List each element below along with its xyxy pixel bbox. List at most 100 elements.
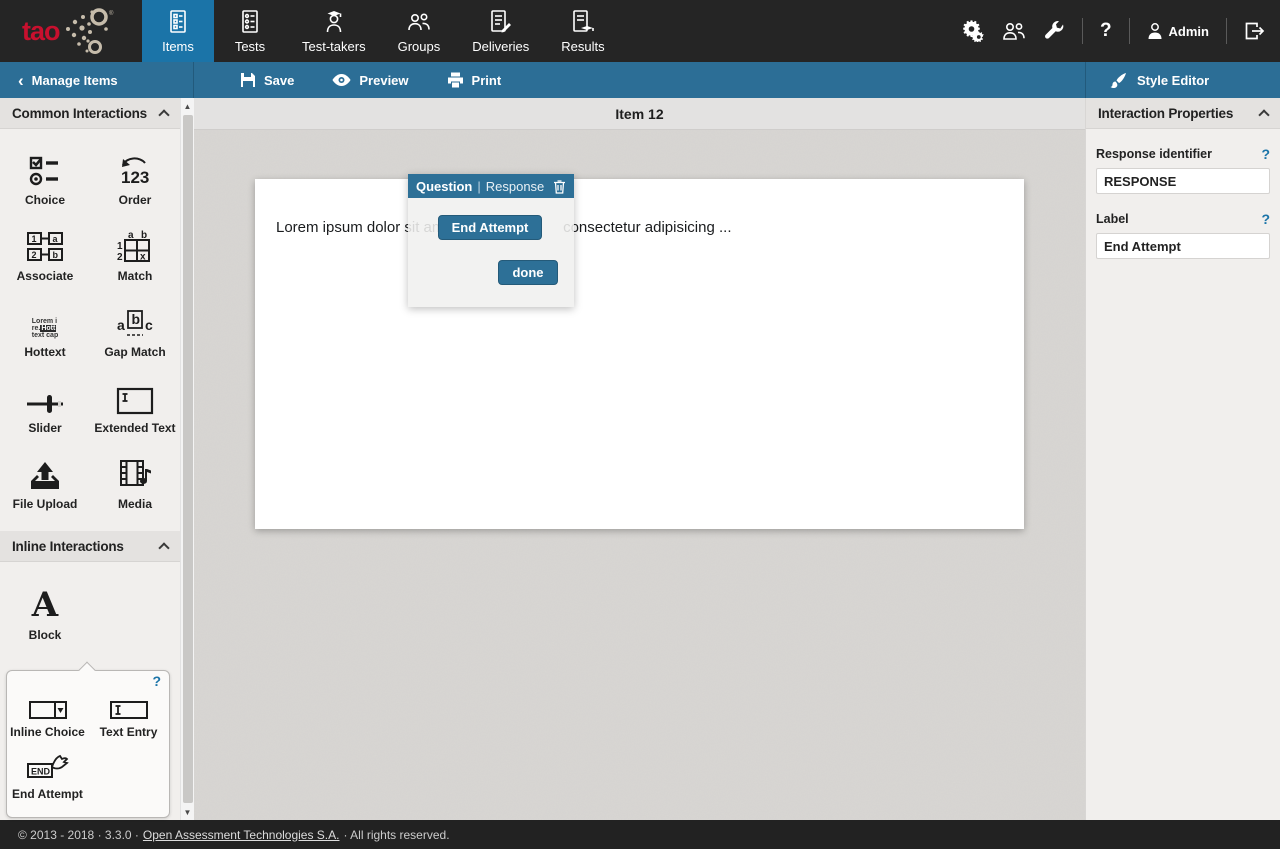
section-common-interactions[interactable]: Common Interactions [0,98,180,129]
associate-icon: 1 a 2 b [25,231,65,263]
interaction-order[interactable]: 123 Order [90,139,180,215]
save-label: Save [264,73,294,88]
logout-icon[interactable] [1244,21,1266,41]
main-nav-tabs: Items Tests Test-takers [142,0,621,62]
delete-interaction-button[interactable] [553,179,566,194]
svg-text:a: a [53,234,59,244]
sidebar-scrollbar[interactable]: ▲ ▼ [180,98,194,820]
tab-tests-label: Tests [235,39,265,54]
response-identifier-input[interactable] [1096,168,1270,194]
manage-items-label: Manage Items [32,73,118,88]
tab-results[interactable]: Results [545,0,620,62]
scrollbar-thumb[interactable] [183,115,193,803]
back-to-manage-items[interactable]: ‹ Manage Items [0,62,194,98]
interaction-text-entry[interactable]: Text Entry [88,685,169,747]
nav-divider [1226,18,1227,44]
interaction-slider[interactable]: Slider [0,367,90,443]
extended-text-label: Extended Text [94,421,175,435]
label-input[interactable] [1096,233,1270,259]
interaction-block[interactable]: A Block [0,578,90,650]
end-attempt-inline-button[interactable]: End Attempt [438,215,542,240]
response-identifier-field: Response identifier ? [1086,129,1280,194]
chevron-left-icon: ‹ [18,72,24,89]
nav-divider [1082,18,1083,44]
admin-label: Admin [1169,24,1209,39]
interaction-hottext[interactable]: Lorem i re.Hott text cap Hottext [0,291,90,367]
tab-tests[interactable]: Tests [214,0,286,62]
item-page[interactable]: Lorem ipsum dolor sit amet,consectetur a… [255,179,1024,529]
style-editor-label: Style Editor [1137,73,1209,88]
oat-link[interactable]: Open Assessment Technologies S.A. [143,828,340,842]
section-inline-interactions[interactable]: Inline Interactions [0,531,180,562]
tab-items-label: Items [162,39,194,54]
results-icon [570,9,596,35]
tab-deliveries[interactable]: Deliveries [456,0,545,62]
interaction-match[interactable]: a b 1 2 x Match [90,215,180,291]
choice-label: Choice [25,193,65,207]
groups-icon [406,9,432,35]
hottext-label: Hottext [24,345,65,359]
tab-items[interactable]: Items [142,0,214,62]
help-icon[interactable]: ? [1100,20,1112,42]
print-button[interactable]: Print [435,72,514,88]
gap-match-icon: a b c [115,309,155,339]
user-management-icon[interactable] [1002,21,1026,41]
interaction-inline-choice[interactable]: Inline Choice [7,685,88,747]
top-nav-bar: tao ® Items [0,0,1280,62]
wrench-icon[interactable] [1043,20,1065,42]
block-label: Block [29,628,62,642]
tab-test-takers[interactable]: Test-takers [286,0,382,62]
done-button[interactable]: done [498,260,558,285]
interaction-end-attempt[interactable]: END End Attempt [7,747,88,809]
order-label: Order [119,193,152,207]
svg-text:b: b [53,250,59,260]
end-attempt-label: End Attempt [12,787,83,801]
interaction-gap-match[interactable]: a b c Gap Match [90,291,180,367]
svg-text:x: x [140,252,146,263]
action-toolbar: ‹ Manage Items Save Preview Print [0,62,1280,98]
block-icon: A [32,588,58,622]
preview-eye-icon [332,73,351,87]
style-editor-button[interactable]: Style Editor [1085,62,1280,98]
tab-groups[interactable]: Groups [382,0,457,62]
interaction-media[interactable]: Media [90,443,180,519]
save-button[interactable]: Save [228,72,306,88]
extended-text-icon [116,387,154,415]
response-identifier-help-icon[interactable]: ? [1261,146,1270,162]
associate-label: Associate [17,269,74,283]
slider-icon [25,393,65,415]
question-tab[interactable]: Question [416,179,472,194]
order-icon: 123 [115,155,155,187]
preview-button[interactable]: Preview [320,73,420,88]
interaction-properties-header[interactable]: Interaction Properties [1086,98,1280,129]
tab-groups-label: Groups [398,39,441,54]
file-upload-icon [27,461,63,491]
svg-text:c: c [145,317,153,333]
flyout-grid: Inline Choice Text Entry END [7,671,169,815]
brush-icon [1110,72,1127,89]
interaction-extended-text[interactable]: Extended Text [90,367,180,443]
interaction-choice[interactable]: Choice [0,139,90,215]
label-help-icon[interactable]: ? [1261,211,1270,227]
logo-registered-mark: ® [109,10,114,17]
label-field-label: Label [1096,212,1129,226]
response-tab[interactable]: Response [486,179,545,194]
interaction-file-upload[interactable]: File Upload [0,443,90,519]
nav-right-controls: ? Admin [959,0,1266,62]
tab-separator: | [477,179,480,194]
admin-user-menu[interactable]: Admin [1147,22,1209,40]
svg-text:2: 2 [32,250,37,260]
match-icon: a b 1 2 x [116,229,154,263]
hottext-icon: Lorem i re.Hott text cap [32,318,58,339]
flyout-help-icon[interactable]: ? [152,673,161,689]
scroll-up-button[interactable]: ▲ [181,98,194,114]
trash-icon [553,179,566,194]
print-icon [447,72,464,88]
preview-label: Preview [359,73,408,88]
settings-gears-icon[interactable] [959,20,985,42]
tao-logo[interactable]: tao ® [0,0,142,62]
scroll-down-button[interactable]: ▼ [181,804,194,820]
interaction-associate[interactable]: 1 a 2 b Associate [0,215,90,291]
svg-text:1: 1 [32,234,37,244]
tao-logo-burst-icon: ® [62,7,114,55]
